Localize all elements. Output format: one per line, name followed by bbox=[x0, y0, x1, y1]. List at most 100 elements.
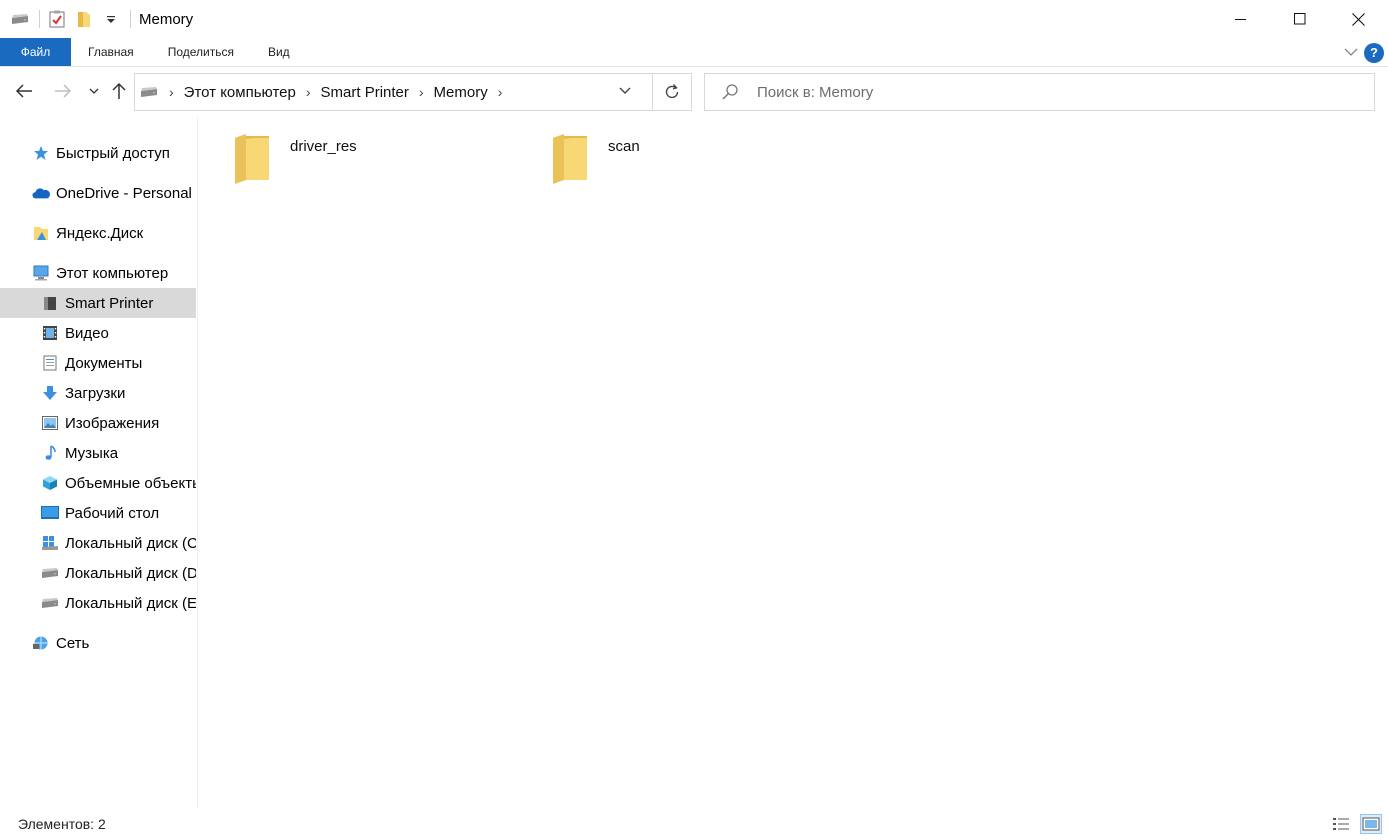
tab-share[interactable]: Поделиться bbox=[151, 38, 251, 66]
sidebar-item-documents[interactable]: Документы bbox=[0, 348, 196, 378]
hdd-icon bbox=[41, 564, 59, 582]
window-title: Memory bbox=[139, 10, 194, 28]
folder-item-scan[interactable]: scan bbox=[550, 130, 640, 192]
breadcrumb-memory[interactable]: Memory bbox=[434, 84, 488, 101]
status-bar: Элементов: 2 bbox=[0, 808, 1388, 840]
search-box[interactable] bbox=[704, 73, 1375, 111]
sidebar-item-label: Smart Printer bbox=[65, 294, 154, 312]
sidebar-item-3d-objects[interactable]: Объемные объекты bbox=[0, 468, 196, 498]
sidebar-item-local-disk-e[interactable]: Локальный диск (E:) bbox=[0, 588, 196, 618]
back-button[interactable] bbox=[13, 80, 35, 102]
sidebar-item-label: Изображения bbox=[65, 414, 160, 432]
sidebar-item-local-disk-c[interactable]: Локальный диск (C:) bbox=[0, 528, 196, 558]
close-button[interactable] bbox=[1329, 0, 1388, 38]
large-icons-view-button[interactable] bbox=[1360, 814, 1382, 834]
sidebar-item-label: Локальный диск (C:) bbox=[65, 534, 196, 552]
sidebar-item-label: Загрузки bbox=[65, 384, 126, 402]
sidebar-item-label: Объемные объекты bbox=[65, 474, 196, 492]
tab-view[interactable]: Вид bbox=[251, 38, 307, 66]
drive-icon bbox=[41, 294, 59, 312]
sidebar-item-label: Локальный диск (E:) bbox=[65, 594, 196, 612]
item-count: Элементов: 2 bbox=[18, 816, 106, 832]
star-icon bbox=[32, 144, 50, 162]
address-bar[interactable]: › Этот компьютер › Smart Printer › Memor… bbox=[134, 73, 653, 111]
documents-icon bbox=[41, 354, 59, 372]
sidebar-item-label: Сеть bbox=[56, 634, 90, 652]
help-button[interactable]: ? bbox=[1364, 42, 1384, 63]
ribbon-tabs: Файл Главная Поделиться Вид ? bbox=[0, 38, 1388, 67]
large-icons-view-icon bbox=[1362, 817, 1380, 831]
drive-icon bbox=[9, 8, 31, 30]
title-bar: Memory bbox=[0, 0, 1388, 38]
sidebar-item-label: Рабочий стол bbox=[65, 504, 160, 522]
toolbar-separator bbox=[130, 10, 131, 28]
file-list: driver_res scan bbox=[200, 118, 1388, 808]
breadcrumb-separator-icon[interactable]: › bbox=[498, 84, 503, 100]
close-icon bbox=[1352, 12, 1365, 26]
folder-icon bbox=[235, 134, 269, 184]
breadcrumb-separator-icon[interactable]: › bbox=[419, 84, 424, 100]
quick-access-toolbar: Memory bbox=[0, 0, 193, 38]
arrow-up-icon bbox=[112, 82, 126, 99]
tab-home[interactable]: Главная bbox=[71, 38, 151, 66]
sidebar-item-desktop[interactable]: Рабочий стол bbox=[0, 498, 196, 528]
navigation-bar: › Этот компьютер › Smart Printer › Memor… bbox=[0, 67, 1388, 117]
refresh-icon bbox=[665, 84, 678, 99]
sidebar-item-quick-access[interactable]: Быстрый доступ bbox=[0, 138, 196, 168]
arrow-left-icon bbox=[15, 84, 32, 98]
chevron-down-icon bbox=[89, 88, 99, 94]
details-view-button[interactable] bbox=[1330, 814, 1352, 834]
folder-name: scan bbox=[608, 138, 640, 155]
breadcrumb-separator-icon[interactable]: › bbox=[306, 84, 311, 100]
toolbar-separator bbox=[39, 10, 40, 28]
minimize-button[interactable] bbox=[1211, 0, 1270, 38]
details-view-icon bbox=[1333, 818, 1349, 830]
sidebar-item-pictures[interactable]: Изображения bbox=[0, 408, 196, 438]
3d-objects-icon bbox=[41, 474, 59, 492]
maximize-button[interactable] bbox=[1270, 0, 1329, 38]
sidebar-item-this-pc[interactable]: Этот компьютер bbox=[0, 258, 196, 288]
new-folder-icon[interactable] bbox=[73, 8, 95, 30]
view-switcher bbox=[1330, 814, 1382, 834]
search-input[interactable] bbox=[757, 83, 1357, 101]
sidebar-item-label: Документы bbox=[65, 354, 143, 372]
arrow-right-icon bbox=[55, 84, 72, 98]
window-controls bbox=[1211, 0, 1388, 38]
cloud-icon bbox=[32, 184, 50, 202]
sidebar-item-label: OneDrive - Personal bbox=[56, 184, 192, 202]
chevron-down-icon bbox=[619, 87, 631, 94]
forward-button[interactable] bbox=[52, 80, 74, 102]
sidebar-item-network[interactable]: Сеть bbox=[0, 628, 196, 658]
minimize-icon bbox=[1234, 19, 1246, 20]
refresh-button[interactable] bbox=[652, 73, 692, 111]
sidebar-item-music[interactable]: Музыка bbox=[0, 438, 196, 468]
breadcrumb-this-pc[interactable]: Этот компьютер bbox=[184, 84, 296, 101]
customize-toolbar-icon[interactable] bbox=[100, 8, 122, 30]
sidebar-item-label: Яндекс.Диск bbox=[56, 224, 144, 242]
folder-item-driver-res[interactable]: driver_res bbox=[232, 130, 357, 192]
sidebar-item-label: Этот компьютер bbox=[56, 264, 169, 282]
windows-drive-icon bbox=[41, 534, 59, 552]
address-history-button[interactable] bbox=[618, 83, 632, 100]
breadcrumb-separator-icon[interactable]: › bbox=[169, 84, 174, 100]
computer-icon bbox=[32, 264, 50, 282]
search-icon bbox=[722, 84, 738, 100]
sidebar-item-local-disk-d[interactable]: Локальный диск (D:) bbox=[0, 558, 196, 588]
expand-ribbon-icon[interactable] bbox=[1344, 44, 1358, 61]
folder-name: driver_res bbox=[290, 138, 357, 155]
properties-icon[interactable] bbox=[46, 8, 68, 30]
music-icon bbox=[41, 444, 59, 462]
sidebar-item-downloads[interactable]: Загрузки bbox=[0, 378, 196, 408]
folder-icon bbox=[553, 134, 587, 184]
ribbon-right-controls: ? bbox=[1344, 38, 1384, 67]
sidebar-item-smart-printer[interactable]: Smart Printer bbox=[0, 288, 196, 318]
breadcrumb-smart-printer[interactable]: Smart Printer bbox=[321, 84, 409, 101]
tab-file[interactable]: Файл bbox=[0, 38, 71, 66]
up-button[interactable] bbox=[108, 80, 130, 102]
sidebar-item-label: Быстрый доступ bbox=[56, 144, 170, 162]
sidebar-item-onedrive[interactable]: OneDrive - Personal bbox=[0, 178, 196, 208]
sidebar-item-video[interactable]: Видео bbox=[0, 318, 196, 348]
recent-locations-button[interactable] bbox=[83, 80, 105, 102]
navigation-pane: Быстрый доступ OneDrive - Personal Яндек… bbox=[0, 118, 198, 808]
sidebar-item-yandex-disk[interactable]: Яндекс.Диск bbox=[0, 218, 196, 248]
